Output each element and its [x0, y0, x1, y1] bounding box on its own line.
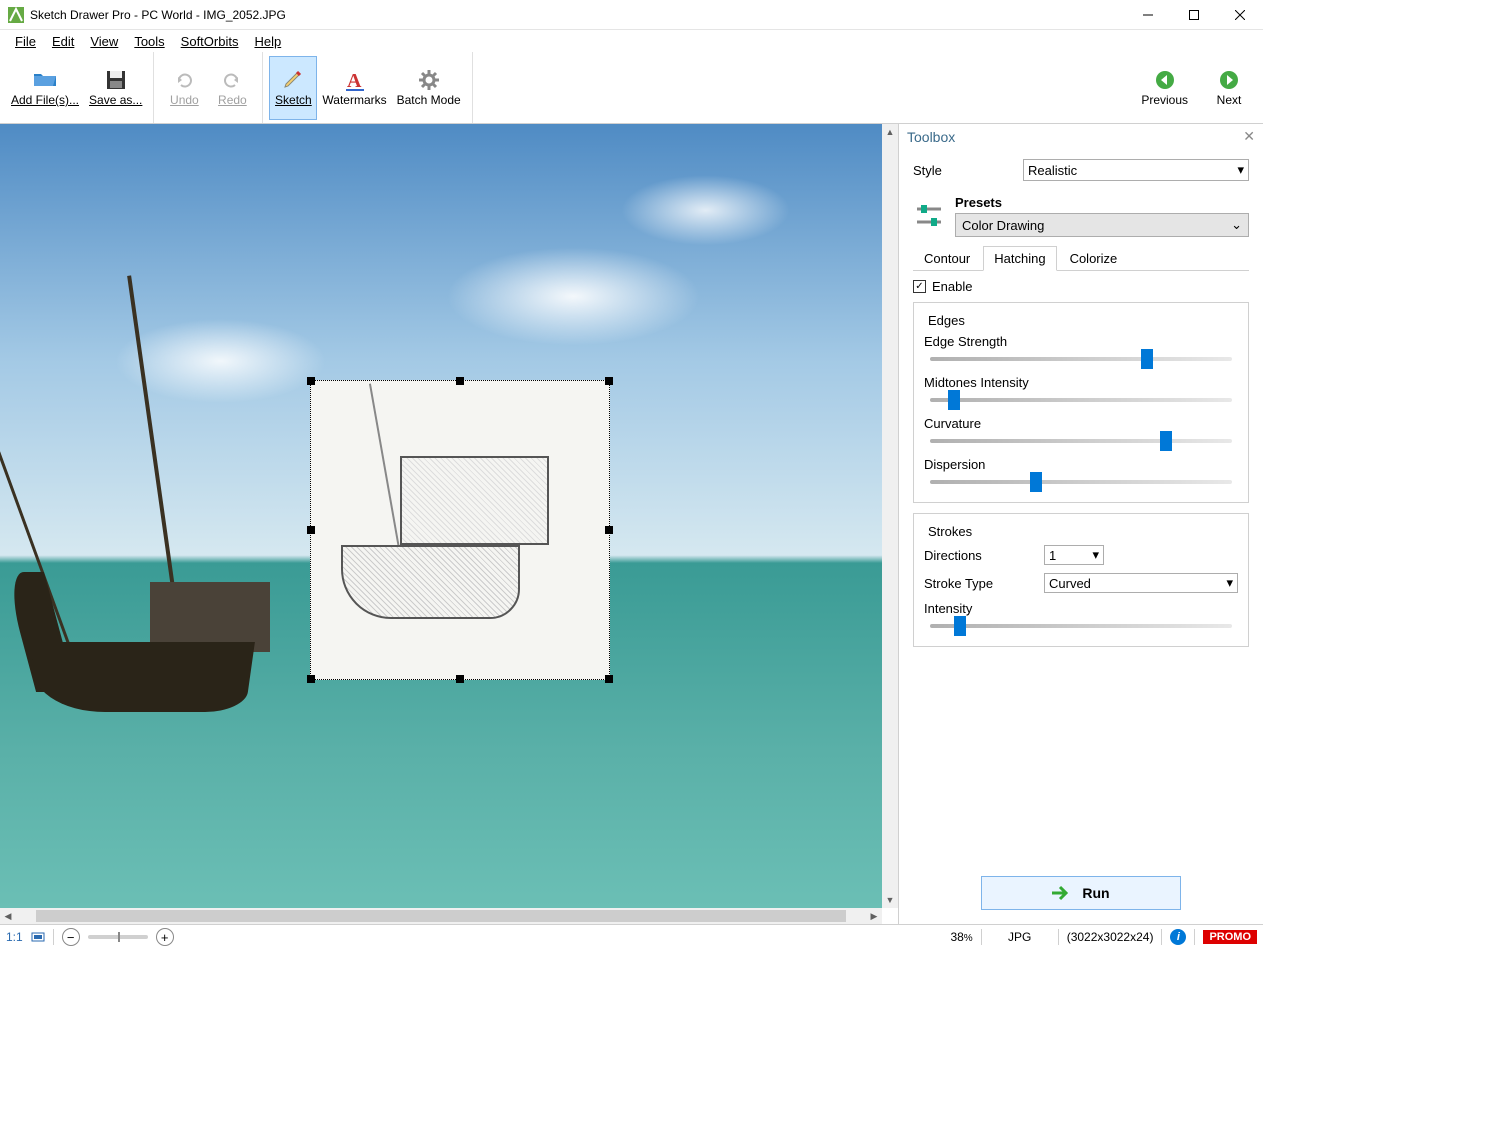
run-button[interactable]: Run — [981, 876, 1181, 910]
redo-icon — [220, 68, 244, 92]
stroke-type-label: Stroke Type — [924, 576, 1044, 591]
undo-button[interactable]: Undo — [160, 56, 208, 120]
titlebar: Sketch Drawer Pro - PC World - IMG_2052.… — [0, 0, 1263, 30]
menu-view[interactable]: View — [83, 32, 125, 51]
dimensions-label: (3022x3022x24) — [1067, 930, 1154, 944]
arrow-left-icon — [1153, 68, 1177, 92]
app-icon — [8, 7, 24, 23]
add-files-button[interactable]: Add File(s)... — [6, 56, 84, 120]
chevron-down-icon: ▾ — [1092, 547, 1099, 563]
edge-strength-slider[interactable] — [930, 357, 1232, 361]
arrow-run-icon — [1052, 885, 1072, 901]
vertical-scrollbar[interactable]: ▲ ▼ — [882, 124, 898, 908]
zoom-value: 38% — [950, 930, 972, 944]
redo-button[interactable]: Redo — [208, 56, 256, 120]
midtones-label: Midtones Intensity — [924, 375, 1238, 390]
maximize-button[interactable] — [1171, 0, 1217, 30]
save-as-button[interactable]: Save as... — [84, 56, 147, 120]
midtones-slider[interactable] — [930, 398, 1232, 402]
intensity-label: Intensity — [924, 601, 1238, 616]
presets-label: Presets — [955, 195, 1249, 210]
watermarks-button[interactable]: A Watermarks — [317, 56, 391, 120]
chevron-down-icon: ⌄ — [1231, 217, 1242, 233]
arrow-right-icon — [1217, 68, 1241, 92]
chevron-down-icon: ▾ — [1237, 162, 1244, 178]
horizontal-scrollbar[interactable]: ◀ ▶ — [0, 908, 882, 924]
strokes-title: Strokes — [924, 524, 976, 539]
zoom-in-button[interactable]: + — [156, 928, 174, 946]
save-icon — [104, 68, 128, 92]
settings-tabs: Contour Hatching Colorize — [913, 245, 1249, 271]
canvas[interactable] — [0, 124, 882, 908]
svg-text:A: A — [347, 70, 362, 91]
enable-label: Enable — [932, 279, 972, 294]
menu-file[interactable]: File — [8, 32, 43, 51]
sliders-icon — [913, 200, 945, 232]
sketch-preview-selection[interactable] — [310, 380, 610, 680]
main-area: ▲ ▼ ◀ ▶ Toolbox ✕ Style Realistic ▾ — [0, 124, 1263, 924]
format-label: JPG — [990, 930, 1050, 944]
fit-screen-icon[interactable] — [31, 930, 45, 944]
folder-open-icon — [33, 68, 57, 92]
menu-edit[interactable]: Edit — [45, 32, 81, 51]
minimize-button[interactable] — [1125, 0, 1171, 30]
sketch-button[interactable]: Sketch — [269, 56, 317, 120]
chevron-down-icon: ▾ — [1226, 575, 1233, 591]
menu-help[interactable]: Help — [247, 32, 288, 51]
presets-select[interactable]: Color Drawing ⌄ — [955, 213, 1249, 237]
panel-title: Toolbox — [907, 129, 955, 145]
zoom-slider[interactable] — [88, 935, 148, 939]
enable-checkbox[interactable]: ✓ — [913, 280, 926, 293]
edges-title: Edges — [924, 313, 969, 328]
directions-select[interactable]: 1 ▾ — [1044, 545, 1104, 565]
zoom-out-button[interactable]: − — [62, 928, 80, 946]
statusbar: 1:1 − + 38% JPG (3022x3022x24) i PROMO — [0, 924, 1263, 949]
toolbar: Add File(s)... Save as... Undo Redo Sket… — [0, 52, 1263, 124]
toolbox-panel: Toolbox ✕ Style Realistic ▾ Presets Colo… — [898, 124, 1263, 924]
dispersion-label: Dispersion — [924, 457, 1238, 472]
edge-strength-label: Edge Strength — [924, 334, 1238, 349]
style-select[interactable]: Realistic ▾ — [1023, 159, 1249, 181]
menubar: File Edit View Tools SoftOrbits Help — [0, 30, 1263, 52]
intensity-slider[interactable] — [930, 624, 1232, 628]
scroll-right-icon[interactable]: ▶ — [866, 908, 882, 924]
directions-label: Directions — [924, 548, 1044, 563]
undo-icon — [172, 68, 196, 92]
scroll-up-icon[interactable]: ▲ — [882, 124, 898, 140]
scroll-thumb[interactable] — [36, 910, 846, 922]
scroll-left-icon[interactable]: ◀ — [0, 908, 16, 924]
tab-colorize[interactable]: Colorize — [1059, 246, 1129, 271]
info-icon[interactable]: i — [1170, 929, 1186, 945]
promo-badge[interactable]: PROMO — [1203, 930, 1257, 944]
previous-button[interactable]: Previous — [1136, 56, 1193, 120]
tab-contour[interactable]: Contour — [913, 246, 981, 271]
pencil-icon — [281, 68, 305, 92]
batch-mode-button[interactable]: Batch Mode — [392, 56, 466, 120]
tab-hatching[interactable]: Hatching — [983, 246, 1056, 271]
menu-tools[interactable]: Tools — [127, 32, 171, 51]
curvature-label: Curvature — [924, 416, 1238, 431]
close-button[interactable] — [1217, 0, 1263, 30]
stroke-type-select[interactable]: Curved ▾ — [1044, 573, 1238, 593]
ratio-label[interactable]: 1:1 — [6, 930, 23, 944]
menu-softorbits[interactable]: SoftOrbits — [174, 32, 246, 51]
curvature-slider[interactable] — [930, 439, 1232, 443]
panel-close-icon[interactable]: ✕ — [1243, 128, 1255, 145]
canvas-container: ▲ ▼ ◀ ▶ — [0, 124, 898, 924]
style-label: Style — [913, 163, 1023, 178]
next-button[interactable]: Next — [1205, 56, 1253, 120]
watermark-icon: A — [343, 68, 367, 92]
window-title: Sketch Drawer Pro - PC World - IMG_2052.… — [30, 8, 1125, 22]
scroll-down-icon[interactable]: ▼ — [882, 892, 898, 908]
dispersion-slider[interactable] — [930, 480, 1232, 484]
gear-icon — [417, 68, 441, 92]
